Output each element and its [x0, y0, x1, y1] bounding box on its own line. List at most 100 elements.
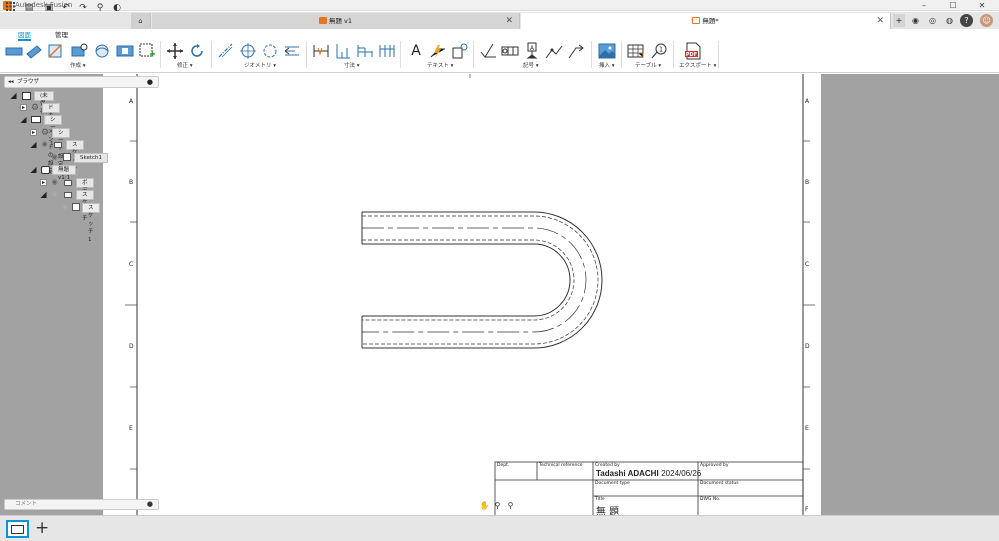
sketch-icon[interactable]	[138, 42, 156, 60]
centerline-icon[interactable]	[217, 42, 235, 60]
visibility-eye-icon[interactable]: ◉	[60, 204, 69, 211]
help-icon[interactable]: ?	[960, 14, 973, 27]
base-view-icon[interactable]	[5, 42, 23, 60]
group-dimension-label[interactable]: 寸法 ▾	[344, 61, 360, 69]
job-status-icon[interactable]: ◐	[110, 2, 124, 15]
notifications-icon[interactable]: ◍	[943, 14, 956, 27]
zone-label-c-left: C	[129, 261, 134, 268]
zoom-window-icon[interactable]: ⚲	[505, 500, 516, 511]
pan-icon[interactable]: ✋	[479, 500, 490, 511]
visibility-eye-icon[interactable]: ◉	[50, 154, 59, 161]
save-icon[interactable]: ▣	[42, 2, 56, 15]
expand-triangle-icon[interactable]: ▸	[30, 129, 37, 136]
maximize-icon[interactable]: ☐	[938, 0, 968, 11]
doc-settings-label: ドキュメントの設定	[42, 103, 60, 175]
title-block-doc-type: Document type	[595, 481, 630, 486]
group-divider	[160, 41, 161, 68]
sheet-thumbnail[interactable]	[6, 520, 29, 538]
rotate-icon[interactable]	[188, 42, 206, 60]
minimize-icon[interactable]: –	[909, 0, 939, 11]
break-out-view-icon[interactable]	[116, 42, 134, 60]
home-icon: ⌂	[138, 17, 143, 25]
comments-label: コメント	[15, 501, 38, 507]
weld-symbol-icon[interactable]	[545, 42, 563, 60]
link-icon[interactable]: ⚲	[93, 2, 107, 15]
insert-image-icon[interactable]	[598, 42, 616, 60]
tab-manage[interactable]: 管理	[55, 31, 68, 39]
document-icon	[22, 92, 31, 100]
move-icon[interactable]	[166, 42, 184, 60]
zoom-icon[interactable]: ⚲	[492, 500, 503, 511]
center-pattern-icon[interactable]	[261, 42, 279, 60]
balloon-icon[interactable]	[451, 42, 469, 60]
home-tab[interactable]: ⌂	[131, 13, 151, 29]
extensions-icon[interactable]: ◉	[909, 14, 922, 27]
feature-control-frame-icon[interactable]	[501, 42, 519, 60]
file-menu-icon[interactable]: ▤	[22, 2, 36, 15]
collapse-triangle-icon[interactable]: ◢	[20, 116, 27, 124]
visibility-eye-icon[interactable]: ◉	[40, 141, 49, 148]
comments-panel[interactable]: コメント ●	[4, 499, 159, 510]
job-status-icon[interactable]: ◎	[926, 14, 939, 27]
drawing-doc-icon	[692, 17, 701, 24]
group-divider	[473, 41, 474, 68]
sketch-icon	[63, 153, 71, 161]
center-mark-icon[interactable]	[239, 42, 257, 60]
collapse-triangle-icon[interactable]: ◢	[10, 92, 17, 100]
visibility-eye-icon[interactable]: ◉	[50, 191, 59, 198]
text-icon[interactable]: A	[407, 42, 425, 60]
tab-document-1[interactable]: 無題 v1 ✕	[152, 13, 520, 29]
tab-close-icon[interactable]: ✕	[505, 13, 513, 29]
collapse-icon[interactable]: ◂◂	[8, 77, 14, 87]
section-view-icon[interactable]	[47, 42, 65, 60]
ordinate-dimension-icon[interactable]	[334, 42, 352, 60]
expand-triangle-icon[interactable]: ▸	[40, 179, 47, 186]
group-symbol-label[interactable]: 記号 ▾	[523, 61, 539, 69]
avatar[interactable]: ☺	[980, 14, 993, 27]
browser-pin-icon[interactable]: ●	[147, 77, 153, 87]
datum-identifier-icon[interactable]: A	[523, 42, 541, 60]
app-grid-icon[interactable]	[3, 2, 17, 15]
break-view-icon[interactable]	[93, 42, 111, 60]
new-tab-icon[interactable]: +	[893, 14, 905, 27]
zone-label-b-right: B	[805, 179, 810, 186]
browser-panel-header[interactable]: ◂◂ ブラウザ ●	[4, 76, 159, 88]
close-icon[interactable]: ✕	[967, 0, 997, 11]
projected-view-icon[interactable]	[25, 42, 43, 60]
collapse-triangle-icon[interactable]: ◢	[30, 141, 37, 149]
edge-extension-icon[interactable]	[283, 42, 301, 60]
edge-symbol-icon[interactable]	[567, 42, 585, 60]
group-insert-label[interactable]: 挿入 ▾	[599, 61, 615, 69]
group-text-label[interactable]: テキスト ▾	[427, 61, 453, 69]
sheet1-label: シート1	[44, 115, 62, 147]
table-icon[interactable]	[627, 42, 645, 60]
group-create-label[interactable]: 作成 ▾	[70, 61, 86, 69]
chain-dimension-icon[interactable]	[378, 42, 396, 60]
collapse-triangle-icon[interactable]: ◢	[40, 191, 47, 199]
expand-triangle-icon[interactable]: ▸	[20, 104, 27, 111]
redo-icon[interactable]: ↷	[76, 2, 90, 15]
group-export-label[interactable]: エクスポート ▾	[679, 61, 716, 69]
tab-drawing[interactable]: 図面	[18, 31, 31, 41]
export-pdf-icon[interactable]: PDF	[684, 42, 702, 60]
visibility-eye-icon[interactable]: ◉	[50, 179, 59, 186]
leader-text-icon[interactable]	[429, 42, 447, 60]
dimension-icon[interactable]	[312, 42, 330, 60]
detail-view-icon[interactable]	[70, 42, 88, 60]
comments-pin-icon[interactable]: ●	[147, 500, 153, 509]
surface-texture-icon[interactable]	[479, 42, 497, 60]
group-modify-label[interactable]: 修正 ▾	[177, 61, 193, 69]
tab-document-2[interactable]: 無題* ✕	[521, 13, 891, 29]
group-table-label[interactable]: テーブル ▾	[635, 61, 661, 69]
title-block-doc-status: Document status	[700, 481, 739, 486]
collapse-triangle-icon[interactable]: ◢	[30, 166, 37, 174]
sketch1-label: Sketch1	[74, 153, 109, 163]
group-geometry-label[interactable]: ジオメトリ ▾	[244, 61, 276, 69]
drawing-sheet[interactable]: A B C D E A B C D E F Dept. Technical re…	[103, 74, 821, 515]
sheet-bar: +	[0, 515, 999, 541]
balloon-number-icon[interactable]: 1	[650, 42, 668, 60]
tab-close-icon[interactable]: ✕	[876, 13, 884, 29]
undo-icon[interactable]: ↶	[59, 2, 73, 15]
baseline-dimension-icon[interactable]	[356, 42, 374, 60]
add-sheet-button[interactable]: +	[35, 518, 49, 538]
